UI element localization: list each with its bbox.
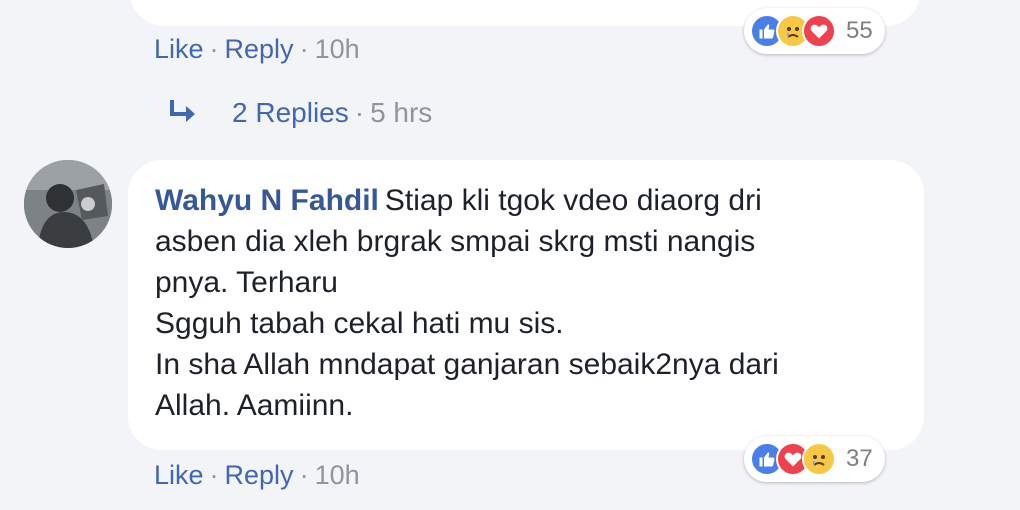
- comment-text-line: Stiap kli tgok vdeo diaorg dri: [384, 184, 762, 217]
- comment-text-line: Sgguh tabah cekal hati mu sis.: [155, 307, 564, 340]
- separator: ·: [299, 460, 309, 490]
- comment-author[interactable]: Wahyu N Fahdil: [155, 184, 379, 217]
- previous-comment-actions: Like · Reply · 10h: [154, 34, 360, 65]
- like-link[interactable]: Like: [154, 34, 204, 64]
- avatar[interactable]: [24, 160, 112, 248]
- reply-link[interactable]: Reply: [225, 460, 294, 490]
- separator: ·: [209, 460, 219, 490]
- love-icon: [802, 14, 836, 48]
- comment-actions: Like · Reply · 10h: [154, 460, 360, 491]
- reaction-count: 55: [846, 17, 873, 44]
- replies-timestamp: 5 hrs: [370, 97, 433, 128]
- avatar-photo-icon: [24, 160, 112, 248]
- like-link[interactable]: Like: [154, 460, 204, 490]
- reaction-count: 37: [846, 445, 873, 472]
- comment-text-line: pnya. Terharu: [155, 266, 338, 299]
- sad-icon: [802, 442, 836, 476]
- view-replies-link[interactable]: 2 Replies: [232, 97, 349, 129]
- separator: ·: [354, 97, 365, 128]
- separator: ·: [299, 34, 309, 64]
- separator: ·: [209, 34, 219, 64]
- replies-summary[interactable]: 2 Replies · 5 hrs: [168, 97, 432, 129]
- reply-link[interactable]: Reply: [225, 34, 294, 64]
- comment-timestamp[interactable]: 10h: [315, 460, 360, 490]
- comment-text-line: Allah. Aamiinn.: [155, 389, 354, 422]
- comment-timestamp[interactable]: 10h: [315, 34, 360, 64]
- comment-text-line: In sha Allah mndapat ganjaran sebaik2nya…: [155, 348, 779, 381]
- reactions-summary[interactable]: 37: [744, 436, 885, 482]
- reactions-summary[interactable]: 55: [744, 8, 885, 54]
- comment-body: Wahyu N Fahdil Stiap kli tgok vdeo diaorg…: [155, 180, 895, 426]
- reply-arrow-icon: [170, 100, 195, 122]
- comment-text-line: asben dia xleh brgrak smpai skrg msti na…: [155, 225, 756, 258]
